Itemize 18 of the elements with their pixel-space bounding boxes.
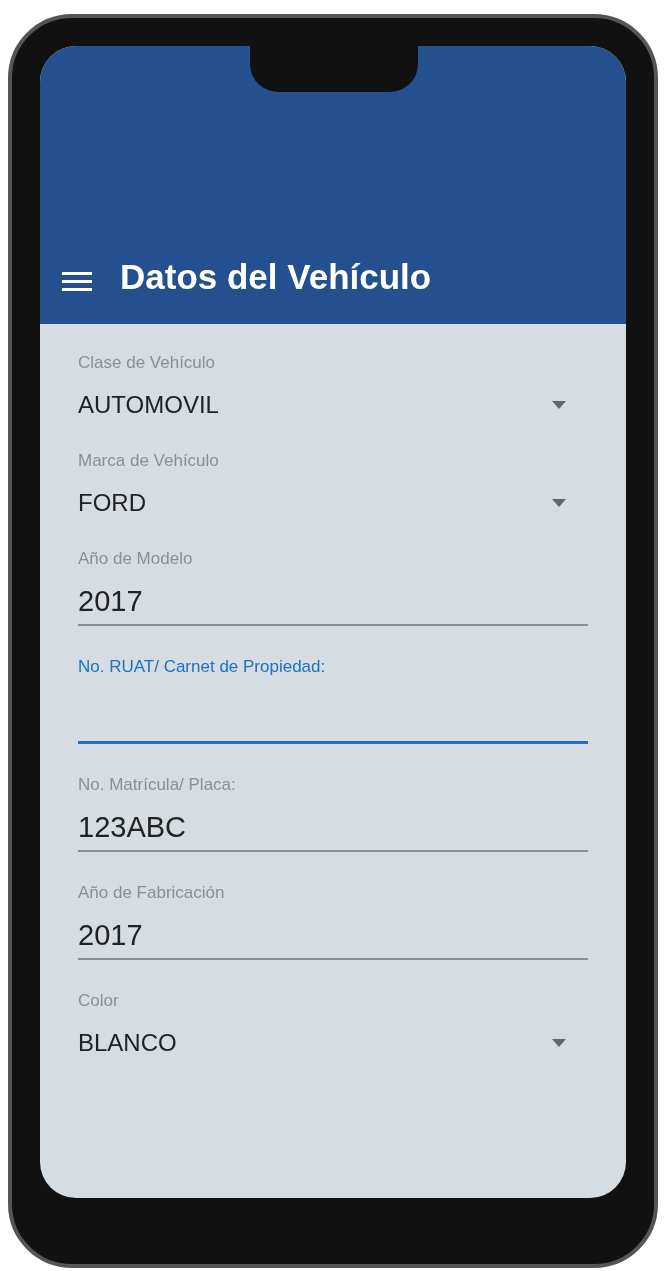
input-field[interactable]: 2017 [78,578,588,626]
field-label: Color [78,990,120,1012]
field-label: Marca de Vehículo [78,450,220,472]
field-label: Año de Fabricación [78,882,226,904]
field-label: No. Matrícula/ Placa: [78,774,237,796]
dropdown-field[interactable]: AUTOMOVIL [78,384,588,426]
input-field[interactable]: 123ABC [78,804,588,852]
input-field[interactable]: 2017 [78,912,588,960]
app-bar-title: Datos del Vehículo [120,259,432,294]
dropdown-field[interactable]: BLANCO [78,1022,588,1064]
dropdown-field[interactable]: FORD [78,482,588,524]
caret-icon [552,1039,566,1047]
field-label: Clase de Vehículo [78,352,217,374]
field-label: No. RUAT/ Carnet de Propiedad: [78,656,327,678]
caret-icon [552,401,566,409]
menu-icon[interactable] [62,270,92,292]
field-label: Año de Modelo [78,548,194,570]
caret-icon [552,499,566,507]
